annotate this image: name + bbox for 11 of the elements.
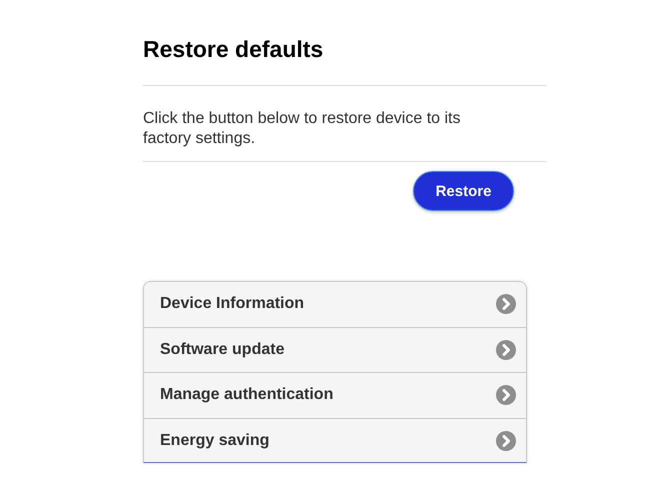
menu-item[interactable]: Manage authentication [144, 373, 526, 418]
description-text: Click the button below to restore device to its factory settings. [143, 109, 462, 149]
chevron-right-icon [496, 431, 516, 452]
chevron-right-icon [496, 385, 516, 406]
page-title: Restore defaults [143, 35, 324, 64]
chevron-right-icon [496, 294, 516, 314]
menu-item[interactable]: Software update [144, 328, 526, 373]
menu-item[interactable]: Energy saving [144, 418, 526, 462]
menu-item[interactable]: Device Information [144, 282, 526, 328]
restore-button[interactable]: Restore [413, 171, 514, 211]
chevron-right-icon [496, 340, 516, 360]
